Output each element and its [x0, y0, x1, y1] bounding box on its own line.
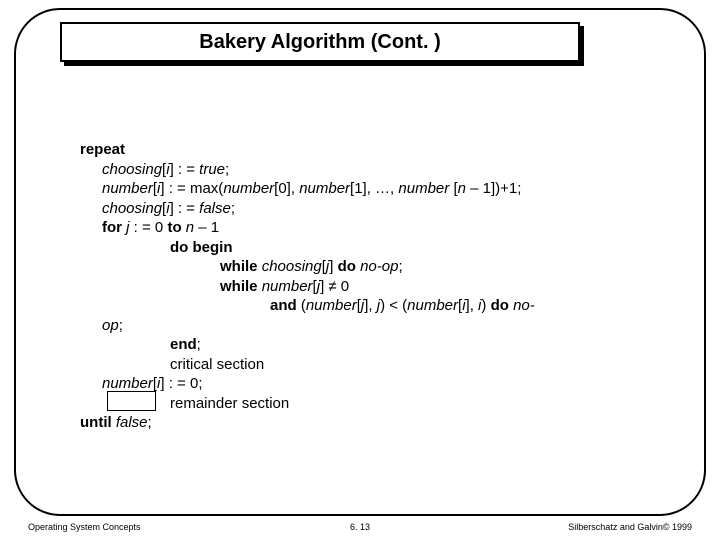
t: [1], …, — [350, 180, 398, 197]
kw-end: end — [170, 336, 197, 353]
t: ], — [466, 297, 479, 314]
kw-repeat: repeat — [80, 141, 125, 158]
t: false — [116, 414, 148, 431]
t: n — [186, 219, 194, 236]
t: ; — [398, 258, 402, 275]
t: remainder section — [170, 395, 289, 412]
t: no- — [513, 297, 535, 314]
kw-do-begin: do begin — [170, 239, 233, 256]
box-overlay — [107, 391, 156, 411]
kw-while: while — [220, 278, 262, 295]
t: ] : = — [170, 161, 200, 178]
t: choosing — [102, 161, 162, 178]
t: number — [223, 180, 274, 197]
t: ; — [148, 414, 152, 431]
t: ; — [119, 317, 123, 334]
t: number — [299, 180, 350, 197]
t: : = 0 — [134, 219, 168, 236]
t: ) < ( — [380, 297, 407, 314]
title-box: Bakery Algorithm (Cont. ) — [60, 22, 580, 62]
t: ; — [197, 336, 201, 353]
t: ] : = 0; — [160, 375, 202, 392]
t: number — [102, 180, 153, 197]
slide-title: Bakery Algorithm (Cont. ) — [199, 31, 441, 54]
t: 0 — [337, 278, 350, 295]
kw-to: to — [167, 219, 185, 236]
t: choosing — [102, 200, 162, 217]
t: choosing — [262, 258, 322, 275]
kw-until: until — [80, 414, 116, 431]
t: op — [102, 317, 119, 334]
t: no-op — [360, 258, 398, 275]
t: ] : = — [170, 200, 200, 217]
t: number — [102, 375, 153, 392]
t: n — [458, 180, 466, 197]
t: – 1 — [194, 219, 219, 236]
footer-right: Silberschatz and Galvin© 1999 — [568, 522, 692, 532]
t: ], — [364, 297, 372, 314]
t: j — [126, 219, 134, 236]
t: j — [373, 297, 381, 314]
t: ] : = max( — [160, 180, 223, 197]
t: ) — [481, 297, 490, 314]
t: number — [407, 297, 458, 314]
t: number — [306, 297, 357, 314]
t: true — [199, 161, 225, 178]
t: critical section — [170, 356, 264, 373]
t: ; — [225, 161, 229, 178]
kw-do: do — [491, 297, 514, 314]
t: – 1])+1; — [466, 180, 521, 197]
code-block: repeat choosing[i] : = true; number[i] :… — [80, 140, 670, 433]
t: ; — [231, 200, 235, 217]
kw-while: while — [220, 258, 262, 275]
t: number — [398, 180, 453, 197]
kw-and: and — [270, 297, 301, 314]
kw-for: for — [102, 219, 126, 236]
kw-do: do — [338, 258, 361, 275]
t: [0], — [274, 180, 299, 197]
t: false — [199, 200, 231, 217]
t: ] — [329, 258, 337, 275]
t: number — [262, 278, 313, 295]
t: ≠ — [328, 278, 336, 295]
